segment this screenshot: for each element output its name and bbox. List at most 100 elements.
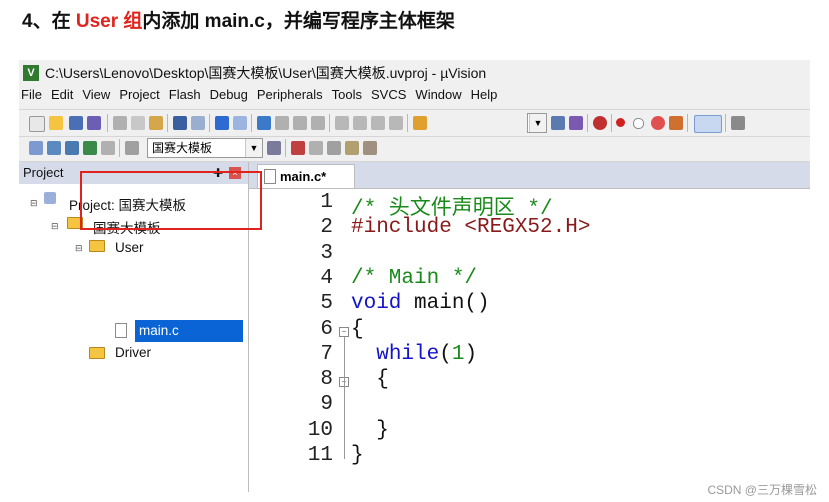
chevron-down-icon: ▼ [245, 139, 262, 157]
toolbar-separator [107, 114, 108, 132]
find-in-files-icon[interactable] [413, 116, 427, 130]
toolbar-separator [725, 114, 726, 132]
find-combo[interactable]: ▼ [527, 113, 547, 133]
fold-guide-line [344, 336, 345, 459]
incremental-find-icon[interactable] [569, 116, 583, 130]
code-token: } [351, 444, 364, 467]
uvision-window: V C:\Users\Lenovo\Desktop\国赛大模板\User\国赛大… [19, 60, 810, 493]
tree-item-user-group[interactable]: User [115, 240, 144, 255]
menu-peripherals[interactable]: Peripherals [257, 87, 323, 107]
clear-bookmarks-icon[interactable] [311, 116, 325, 130]
manage-project-items-icon[interactable] [291, 141, 305, 155]
copy-icon[interactable] [131, 116, 145, 130]
code-token: #include [351, 216, 465, 240]
toolbar-separator [167, 114, 168, 132]
code-line[interactable]: { [351, 318, 364, 341]
batch-build-icon[interactable] [83, 141, 97, 155]
menu-tools[interactable]: Tools [332, 87, 362, 107]
fold-toggle-icon[interactable]: − [339, 326, 349, 337]
line-number: 9 [320, 393, 333, 417]
editor-tabs: main.c* [249, 162, 810, 189]
tab-main-c[interactable]: main.c* [257, 164, 355, 189]
next-bookmark-icon[interactable] [293, 116, 307, 130]
code-line[interactable]: /* Main */ [351, 267, 477, 290]
code-token: <REGX52.H> [464, 216, 591, 240]
menu-view[interactable]: View [82, 87, 110, 107]
disable-breakpoints-icon[interactable] [651, 116, 665, 130]
code-line[interactable]: { [351, 368, 389, 391]
collapse-toggle-target[interactable]: ⊟ [51, 221, 59, 232]
heading-rest: 内添加 main.c，并编写程序主体框架 [142, 11, 455, 32]
select-packs-icon[interactable] [309, 141, 323, 155]
menu-window[interactable]: Window [415, 87, 461, 107]
code-line[interactable]: #include <REGX52.H> [351, 216, 590, 239]
paste-icon[interactable] [149, 116, 163, 130]
menu-file[interactable]: File [21, 87, 42, 107]
code-token: ( [439, 342, 452, 366]
rebuild-icon[interactable] [65, 141, 79, 155]
menu-debug[interactable]: Debug [210, 87, 248, 107]
target-options-icon[interactable] [267, 141, 281, 155]
translate-icon[interactable] [29, 141, 43, 155]
manage-environment-icon[interactable] [327, 141, 341, 155]
code-line[interactable]: while(1) [351, 343, 477, 366]
cut-icon[interactable] [113, 116, 127, 130]
toolbar-separator [587, 114, 588, 132]
line-number: 10 [307, 418, 333, 442]
download-icon[interactable] [125, 141, 139, 155]
enable-breakpoint-icon[interactable] [633, 118, 644, 129]
project-icon [44, 192, 56, 204]
navigate-back-icon[interactable] [215, 116, 229, 130]
code-line[interactable]: } [351, 444, 364, 467]
kill-breakpoints-icon[interactable] [669, 116, 683, 130]
select-software-packs-icon[interactable] [345, 141, 359, 155]
tree-item-main-c[interactable]: main.c [139, 323, 179, 338]
collapse-toggle-user[interactable]: ⊟ [75, 243, 83, 254]
code-line[interactable]: void main() [351, 292, 490, 315]
menu-svcs[interactable]: SVCS [371, 87, 406, 107]
undo-icon[interactable] [173, 116, 187, 130]
uncomment-icon[interactable] [389, 116, 403, 130]
target-select[interactable]: 国赛大模板 ▼ [147, 138, 263, 158]
open-folder-icon[interactable] [49, 116, 63, 130]
configure-icon[interactable] [731, 116, 745, 130]
line-number-gutter: 1234567891011−− [249, 189, 355, 493]
standard-toolbar: ▼ [19, 109, 810, 137]
run-time-environment-icon[interactable] [363, 141, 377, 155]
watermark: CSDN @三万棵雪松 [707, 483, 817, 497]
redo-icon[interactable] [191, 116, 205, 130]
tree-item-driver-group[interactable]: Driver [115, 345, 151, 360]
comment-icon[interactable] [371, 116, 385, 130]
title-bar: V C:\Users\Lenovo\Desktop\国赛大模板\User\国赛大… [19, 62, 810, 84]
prev-bookmark-icon[interactable] [275, 116, 289, 130]
uvision-logo-icon: V [23, 65, 39, 81]
line-number: 3 [320, 241, 333, 265]
insert-breakpoint-icon[interactable] [616, 118, 625, 127]
build-icon[interactable] [47, 141, 61, 155]
line-number: 8 [320, 368, 333, 392]
heading-number: 4、在 [22, 11, 76, 32]
user-folder-icon [89, 240, 105, 252]
menu-project[interactable]: Project [119, 87, 159, 107]
indent-icon[interactable] [335, 116, 349, 130]
menu-edit[interactable]: Edit [51, 87, 73, 107]
stop-build-icon[interactable] [101, 141, 115, 155]
menu-help[interactable]: Help [471, 87, 498, 107]
collapse-toggle-project[interactable]: ⊟ [30, 198, 38, 209]
navigate-forward-icon[interactable] [233, 116, 247, 130]
instruction-heading: 4、在 User 组内添加 main.c，并编写程序主体框架 [22, 6, 455, 33]
window-layout-icon[interactable] [694, 115, 722, 133]
build-toolbar: 国赛大模板 ▼ [19, 136, 810, 162]
c-file-icon [115, 323, 127, 338]
target-select-value: 国赛大模板 [152, 141, 213, 155]
bookmark-icon[interactable] [257, 116, 271, 130]
code-editor[interactable]: 1234567891011−− /* 头文件声明区 */#include <RE… [249, 188, 810, 493]
unindent-icon[interactable] [353, 116, 367, 130]
menu-flash[interactable]: Flash [169, 87, 201, 107]
find-icon[interactable] [551, 116, 565, 130]
code-line[interactable]: } [351, 419, 389, 442]
debug-session-icon[interactable] [593, 116, 607, 130]
save-icon[interactable] [69, 116, 83, 130]
save-all-icon[interactable] [87, 116, 101, 130]
new-file-icon[interactable] [29, 116, 45, 132]
